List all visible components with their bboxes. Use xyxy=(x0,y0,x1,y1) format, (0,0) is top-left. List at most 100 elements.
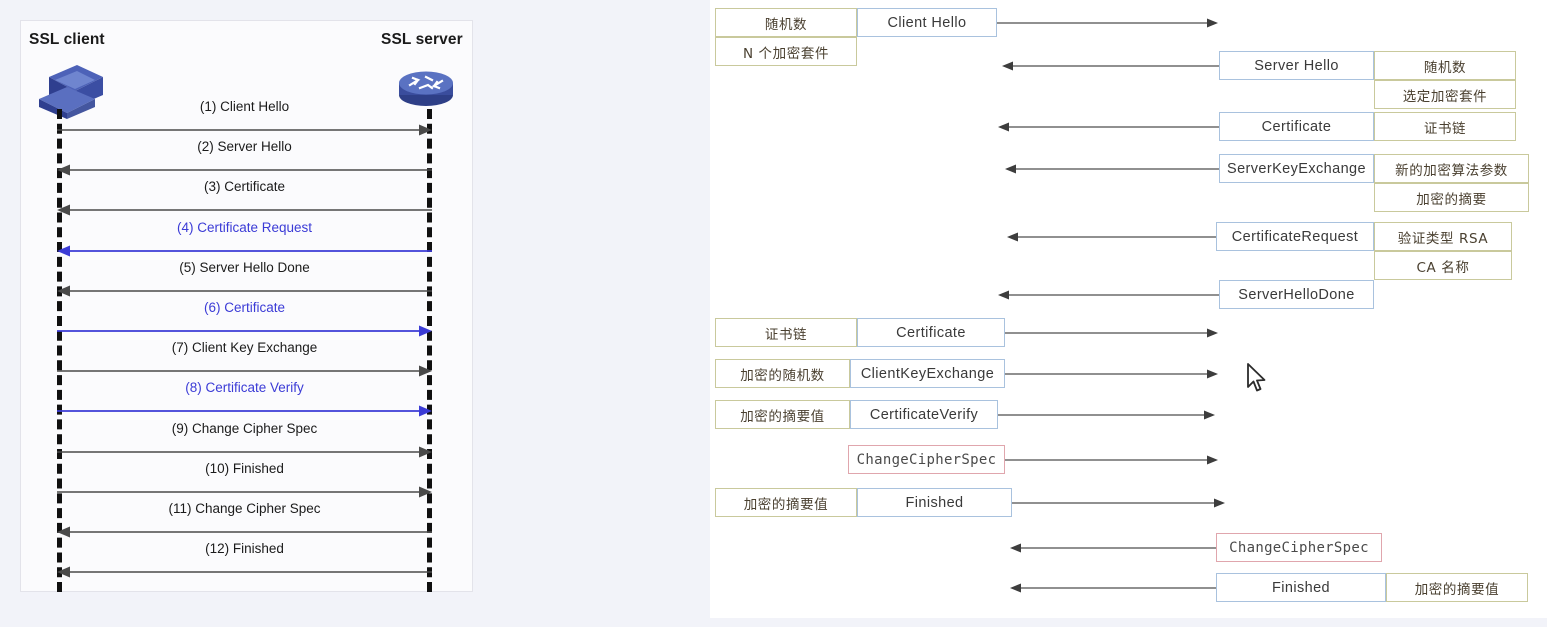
param-box-certificate-client-0: 证书链 xyxy=(715,318,857,347)
message-label: (7) Client Key Exchange xyxy=(171,340,318,356)
arrow-left-icon xyxy=(57,526,432,538)
message-label: (8) Certificate Verify xyxy=(185,380,304,396)
param-label: 证书链 xyxy=(1423,120,1467,137)
message-row: (9) Change Cipher Spec xyxy=(57,421,432,461)
arrow-left-icon xyxy=(57,245,432,257)
message-row: (11) Change Cipher Spec xyxy=(57,501,432,541)
message-row: (1) Client Hello xyxy=(57,99,432,139)
param-box-server-key-exchange-1: 加密的摘要 xyxy=(1374,183,1529,212)
param-box-finished-client-0: 加密的摘要值 xyxy=(715,488,857,517)
arrow-left-icon xyxy=(57,285,432,297)
protocol-label: CertificateRequest xyxy=(1231,228,1359,245)
protocol-label: ChangeCipherSpec xyxy=(856,451,997,468)
arrow-right-icon xyxy=(57,325,432,337)
arrow-right-icon xyxy=(998,410,1215,419)
protocol-label: CertificateVerify xyxy=(869,406,979,423)
protocol-label: Client Hello xyxy=(887,14,967,31)
protocol-label: ChangeCipherSpec xyxy=(1229,539,1369,556)
param-box-client-key-exchange-0: 加密的随机数 xyxy=(715,359,850,388)
left-sequence-diagram-panel: SSL client SSL server (1) Client Hello (… xyxy=(20,20,473,592)
param-box-certificate-server-0: 证书链 xyxy=(1374,112,1516,141)
param-label: 随机数 xyxy=(764,16,808,33)
arrow-right-icon xyxy=(57,446,432,458)
protocol-box-certificate-request: CertificateRequest xyxy=(1216,222,1374,251)
arrow-right-icon xyxy=(997,18,1218,27)
message-label: (3) Certificate xyxy=(203,179,286,195)
arrow-right-icon xyxy=(57,365,432,377)
protocol-box-change-cipher-spec-server: ChangeCipherSpec xyxy=(1216,533,1382,562)
arrow-left-icon xyxy=(1005,164,1219,173)
arrow-left-icon xyxy=(1007,232,1216,241)
param-label: 随机数 xyxy=(1423,59,1467,76)
protocol-box-certificate-client: Certificate xyxy=(857,318,1005,347)
arrow-right-icon xyxy=(1005,369,1218,378)
protocol-label: Certificate xyxy=(896,324,966,341)
message-label: (4) Certificate Request xyxy=(176,219,313,235)
param-label: 加密的随机数 xyxy=(740,367,825,384)
protocol-box-finished-server: Finished xyxy=(1216,573,1386,602)
param-box-server-hello-0: 随机数 xyxy=(1374,51,1516,80)
message-label: (2) Server Hello xyxy=(197,139,292,155)
message-label: (10) Finished xyxy=(205,460,284,476)
message-label: (5) Server Hello Done xyxy=(179,259,310,275)
right-field-diagram-panel: Client Hello 随机数 N 个加密套件 Server Hello 随机数选定加… xyxy=(710,0,1547,618)
message-row: (4) Certificate Request xyxy=(57,220,432,260)
protocol-label: ClientKeyExchange xyxy=(860,365,995,382)
ssl-client-title: SSL client xyxy=(29,31,105,48)
protocol-label: Certificate xyxy=(1261,118,1332,135)
param-box-certificate-request-1: CA 名称 xyxy=(1374,251,1512,280)
arrow-left-icon xyxy=(1002,61,1219,70)
protocol-box-change-cipher-spec-client: ChangeCipherSpec xyxy=(848,445,1005,474)
arrow-right-icon xyxy=(57,486,432,498)
param-box-client-hello-0: 随机数 xyxy=(715,8,857,37)
protocol-box-server-key-exchange: ServerKeyExchange xyxy=(1219,154,1374,183)
mouse-pointer-icon xyxy=(1247,363,1266,392)
param-label: 证书链 xyxy=(764,326,808,343)
arrow-left-icon xyxy=(1010,543,1216,552)
param-label: N 个加密套件 xyxy=(742,45,830,62)
protocol-box-finished-client: Finished xyxy=(857,488,1012,517)
arrow-right-icon xyxy=(57,124,432,136)
param-box-client-hello-1: N 个加密套件 xyxy=(715,37,857,66)
arrow-left-icon xyxy=(57,204,432,216)
protocol-box-server-hello: Server Hello xyxy=(1219,51,1374,80)
message-row: (8) Certificate Verify xyxy=(57,380,432,420)
message-row: (5) Server Hello Done xyxy=(57,260,432,300)
protocol-box-server-hello-done: ServerHelloDone xyxy=(1219,280,1374,309)
param-box-finished-server-0: 加密的摘要值 xyxy=(1386,573,1528,602)
protocol-label: ServerKeyExchange xyxy=(1227,160,1366,177)
arrow-right-icon xyxy=(1005,328,1218,337)
param-label: 加密的摘要值 xyxy=(740,408,825,425)
param-label: 加密的摘要值 xyxy=(1414,581,1500,598)
ssl-server-title: SSL server xyxy=(381,31,463,48)
arrow-right-icon xyxy=(57,405,432,417)
message-row: (10) Finished xyxy=(57,461,432,501)
message-label: (1) Client Hello xyxy=(199,99,290,114)
param-label: 验证类型 RSA xyxy=(1397,230,1489,247)
protocol-label: Finished xyxy=(1271,579,1330,596)
param-box-server-key-exchange-0: 新的加密算法参数 xyxy=(1374,154,1529,183)
param-label: 选定加密套件 xyxy=(1402,88,1488,105)
param-label: CA 名称 xyxy=(1416,259,1470,276)
message-label: (11) Change Cipher Spec xyxy=(168,501,321,516)
message-row: (3) Certificate xyxy=(57,179,432,219)
message-row: (6) Certificate xyxy=(57,300,432,340)
message-label: (6) Certificate xyxy=(203,300,286,315)
protocol-label: Server Hello xyxy=(1254,57,1339,74)
message-label: (12) Finished xyxy=(205,541,284,557)
message-row: (2) Server Hello xyxy=(57,139,432,179)
param-label: 加密的摘要 xyxy=(1416,191,1487,208)
protocol-box-client-key-exchange: ClientKeyExchange xyxy=(850,359,1005,388)
arrow-left-icon xyxy=(998,290,1219,299)
arrow-left-icon xyxy=(57,566,432,578)
protocol-label: ServerHelloDone xyxy=(1238,286,1355,303)
message-row: (12) Finished xyxy=(57,541,432,581)
protocol-box-certificate-server: Certificate xyxy=(1219,112,1374,141)
arrow-left-icon xyxy=(998,122,1219,131)
protocol-label: Finished xyxy=(905,494,964,511)
param-box-certificate-request-0: 验证类型 RSA xyxy=(1374,222,1512,251)
screen-root: SSL client SSL server (1) Client Hello (… xyxy=(0,0,1547,627)
arrow-right-icon xyxy=(1012,498,1225,507)
message-label: (9) Change Cipher Spec xyxy=(171,420,318,436)
arrow-right-icon xyxy=(1005,455,1218,464)
